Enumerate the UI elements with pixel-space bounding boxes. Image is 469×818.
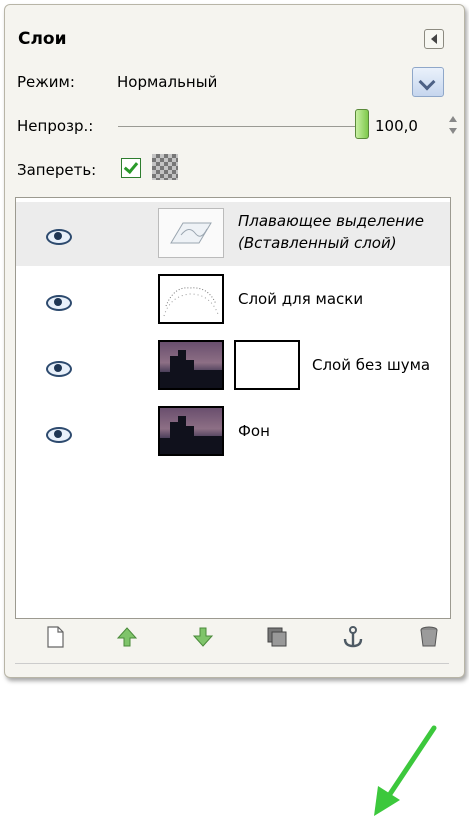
mask-noise-icon	[163, 287, 219, 317]
mode-select-value[interactable]: Нормальный	[117, 73, 217, 91]
layer-name-background[interactable]: Фон	[238, 422, 270, 440]
lower-layer-button[interactable]	[191, 625, 215, 649]
layer-name-floating[interactable]: Плавающее выделение (Вставленный слой)	[238, 210, 424, 254]
annotation-arrow-icon	[374, 725, 437, 816]
mask-layer-thumbnail	[158, 274, 224, 324]
layers-list: Плавающее выделение (Вставленный слой) С…	[15, 197, 451, 816]
silhouette-icon	[160, 416, 222, 454]
opacity-value[interactable]: 100,0	[375, 117, 418, 135]
layers-panel: Слои Режим: Нормальный Непрозр.: 100,0 З…	[15, 19, 460, 816]
visibility-eye-icon[interactable]	[46, 361, 72, 377]
background-layer-thumbnail	[158, 406, 224, 456]
panel-title: Слои	[18, 29, 67, 49]
silhouette-icon	[160, 350, 222, 388]
layer-name-no-noise[interactable]: Слой без шума	[312, 356, 430, 374]
layer-row-mask[interactable]: Слой для маски	[16, 268, 450, 332]
anchor-icon	[343, 626, 363, 648]
delete-layer-button[interactable]	[417, 625, 441, 649]
layer-row-background[interactable]: Фон	[16, 400, 450, 464]
raise-layer-icon	[116, 627, 138, 647]
layer-name-floating-line2: (Вставленный слой)	[238, 234, 397, 252]
lock-label: Запереть:	[17, 161, 97, 179]
visibility-eye-icon[interactable]	[46, 229, 72, 245]
duplicate-layer-icon	[267, 627, 287, 647]
layer-row-floating[interactable]: Плавающее выделение (Вставленный слой)	[16, 202, 450, 266]
anchor-layer-button[interactable]	[341, 625, 365, 649]
floating-selection-thumbnail	[158, 208, 224, 258]
layers-dialog-frame: Слои Режим: Нормальный Непрозр.: 100,0 З…	[4, 4, 465, 816]
new-layer-button[interactable]	[43, 625, 67, 649]
new-layer-icon	[47, 626, 64, 648]
mode-dropdown-button[interactable]	[412, 67, 444, 97]
layers-toolbar	[15, 621, 449, 655]
spin-down-icon[interactable]	[449, 128, 457, 134]
layer-name-mask[interactable]: Слой для маски	[238, 290, 363, 308]
panel-menu-button[interactable]	[424, 29, 444, 49]
opacity-spin-button[interactable]	[448, 112, 458, 140]
mode-label: Режим:	[17, 73, 75, 91]
lock-alpha-icon[interactable]	[152, 154, 178, 180]
opacity-slider-track[interactable]	[118, 126, 362, 127]
raise-layer-button[interactable]	[115, 625, 139, 649]
spin-up-icon[interactable]	[449, 116, 457, 122]
layer-row-no-noise[interactable]: Слой без шума	[16, 334, 450, 398]
lower-layer-icon	[192, 627, 214, 647]
dialog-bottom-border	[15, 663, 449, 668]
layer-name-floating-line1: Плавающее выделение	[238, 212, 424, 230]
opacity-label: Непрозр.:	[17, 117, 94, 135]
visibility-eye-icon[interactable]	[46, 427, 72, 443]
layer-mask-thumbnail	[234, 340, 300, 390]
opacity-slider-handle[interactable]	[355, 109, 369, 139]
duplicate-layer-button[interactable]	[265, 625, 289, 649]
no-noise-layer-thumbnail	[158, 340, 224, 390]
lock-pixels-checkbox[interactable]	[121, 158, 141, 178]
visibility-eye-icon[interactable]	[46, 295, 72, 311]
floating-selection-icon	[170, 222, 212, 244]
delete-layer-icon	[420, 626, 438, 647]
